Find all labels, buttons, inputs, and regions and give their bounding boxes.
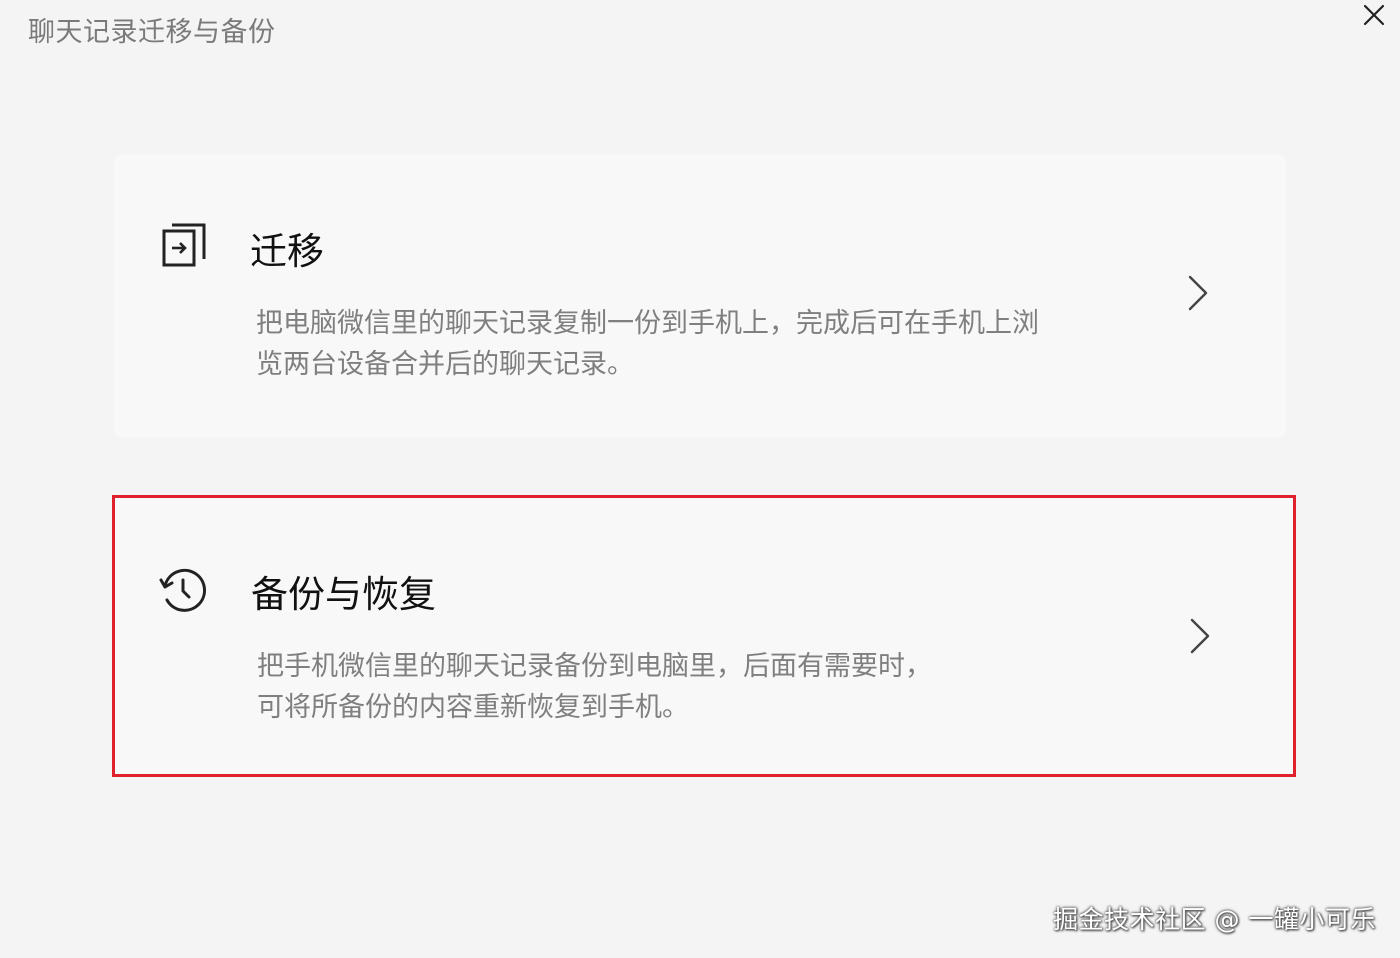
migrate-description-line: 把电脑微信里的聊天记录复制一份到手机上，完成后可在手机上浏 xyxy=(256,308,1039,339)
backup-restore-option-card[interactable]: 备份与恢复 把手机微信里的聊天记录备份到电脑里，后面有需要时， 可将所备份的内容… xyxy=(112,495,1296,777)
chevron-right-icon xyxy=(1190,618,1210,654)
migrate-heading: 迁移 xyxy=(250,230,324,273)
backup-description-line: 可将所备份的内容重新恢复到手机。 xyxy=(257,692,689,723)
migration-backup-dialog: 聊天记录迁移与备份 迁移 把电脑微信里的聊天记录复制一份到手机上，完成后可在手机… xyxy=(0,0,1400,958)
backup-restore-heading: 备份与恢复 xyxy=(251,573,436,616)
history-clock-icon xyxy=(159,568,206,612)
migrate-description-line: 览两台设备合并后的聊天记录。 xyxy=(256,349,634,380)
chevron-right-icon xyxy=(1188,275,1208,311)
dialog-title: 聊天记录迁移与备份 xyxy=(28,17,276,48)
backup-restore-description: 把手机微信里的聊天记录备份到电脑里，后面有需要时， 可将所备份的内容重新恢复到手… xyxy=(257,646,1177,728)
migrate-description: 把电脑微信里的聊天记录复制一份到手机上，完成后可在手机上浏 览两台设备合并后的聊… xyxy=(256,303,1176,385)
watermark: 掘金技术社区 @ 一罐小可乐 xyxy=(1053,905,1376,934)
migrate-icon xyxy=(162,223,206,267)
close-icon xyxy=(1363,4,1385,26)
backup-description-line: 把手机微信里的聊天记录备份到电脑里，后面有需要时， xyxy=(257,651,932,682)
close-button[interactable] xyxy=(1356,0,1392,30)
migrate-option-card[interactable]: 迁移 把电脑微信里的聊天记录复制一份到手机上，完成后可在手机上浏 览两台设备合并… xyxy=(114,155,1286,437)
